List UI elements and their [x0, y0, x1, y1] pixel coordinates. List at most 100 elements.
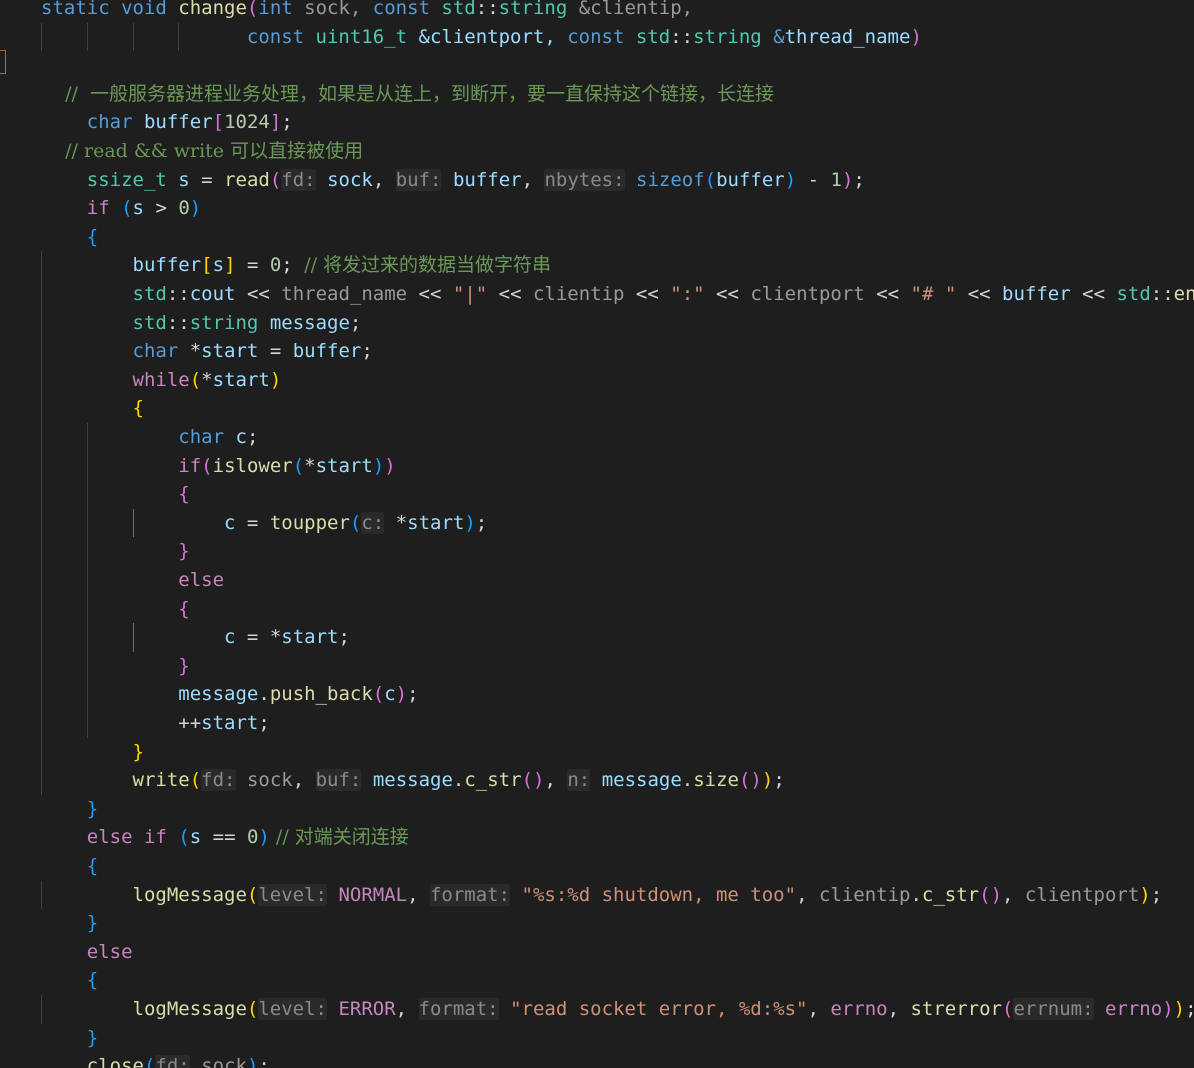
code-line[interactable]: while(*start) — [41, 366, 282, 395]
code-token: s — [132, 197, 156, 220]
code-line[interactable]: } — [41, 909, 98, 938]
code-token: ) — [784, 168, 797, 191]
code-line[interactable]: { — [41, 595, 189, 624]
code-token: ; — [475, 511, 488, 534]
code-token: while — [132, 368, 190, 391]
code-token: } — [178, 654, 190, 677]
code-line[interactable]: } — [41, 537, 189, 566]
code-token: endl — [1173, 283, 1194, 305]
code-line[interactable]: { — [41, 394, 144, 423]
code-line[interactable]: ++start; — [41, 709, 270, 738]
code-line[interactable]: char *start = buffer; — [41, 337, 373, 366]
code-token: c_str — [921, 883, 980, 906]
code-line[interactable]: } — [41, 652, 190, 681]
code-line[interactable]: // 一般服务器进程业务处理，如果是从连上，到断开，要一直保持这个链接，长连接 — [41, 80, 774, 109]
code-token: buf: — [395, 168, 442, 191]
code-line[interactable]: std::cout << thread_name << "|" << clien… — [41, 280, 1194, 309]
code-token: toupper — [269, 511, 350, 534]
code-line[interactable]: message.push_back(c); — [41, 680, 418, 709]
code-token: :: — [166, 283, 190, 305]
code-token: ) — [761, 769, 774, 792]
code-token: * — [395, 511, 408, 534]
code-token: c: — [361, 511, 385, 534]
code-line[interactable]: if (s > 0) — [41, 194, 201, 223]
code-token: << — [498, 283, 533, 305]
code-line[interactable]: ssize_t s = read(fd: sock, buf: buffer, … — [41, 166, 865, 195]
code-token: buffer — [143, 111, 213, 134]
code-token: else — [86, 826, 144, 849]
code-token: :: — [475, 0, 499, 19]
code-token: { — [86, 855, 99, 877]
code-line[interactable]: } — [41, 738, 144, 767]
code-token: << — [635, 283, 671, 305]
code-token: start — [281, 626, 339, 649]
code-token: buffer — [292, 340, 362, 363]
code-token: :: — [670, 25, 694, 48]
code-line[interactable]: // read && write 可以直接被使用 — [41, 137, 363, 166]
code-token: << — [1082, 283, 1117, 305]
code-line[interactable]: std::string message; — [41, 309, 362, 338]
code-line[interactable]: c = toupper(c: *start); — [41, 509, 487, 538]
code-token: strerror — [910, 998, 1002, 1020]
code-token: clientip — [818, 883, 911, 906]
code-token: sock — [327, 168, 373, 191]
code-token: ; — [349, 311, 362, 334]
code-line[interactable]: } — [41, 1024, 98, 1053]
code-editor[interactable]: static void change(int sock, const std::… — [0, 0, 1194, 1068]
code-line[interactable]: if(islower(*start)) — [41, 452, 395, 481]
code-line[interactable]: static void change(int sock, const std::… — [41, 0, 693, 23]
code-line[interactable]: close(fd: sock); — [41, 1052, 270, 1068]
code-token: - — [796, 168, 831, 191]
code-line[interactable]: logMessage(level: ERROR, format: "read s… — [41, 995, 1194, 1024]
code-token: ] — [224, 254, 236, 277]
code-token: :: — [1150, 283, 1174, 305]
code-token: buffer — [452, 168, 522, 191]
code-token: ) — [269, 368, 282, 391]
code-token: s — [189, 826, 213, 849]
code-token: = — [235, 254, 270, 277]
code-token: uint16_t — [315, 25, 419, 48]
code-token: ssize_t — [86, 168, 179, 191]
code-token: ( — [372, 683, 385, 706]
code-line[interactable]: { — [41, 480, 189, 509]
code-line[interactable]: { — [41, 223, 98, 252]
code-line[interactable]: { — [41, 852, 98, 881]
code-token: ) — [258, 826, 270, 849]
code-token: ( — [1002, 998, 1014, 1020]
code-token: start — [407, 511, 465, 534]
code-line[interactable]: logMessage(level: NORMAL, format: "%s:%d… — [41, 881, 1162, 910]
code-token: sock, — [304, 0, 373, 19]
code-token: level: — [258, 998, 327, 1020]
code-line[interactable]: else — [41, 566, 224, 595]
code-token: fd: — [201, 769, 236, 792]
code-line[interactable]: { — [41, 966, 98, 995]
code-token: nbytes: — [544, 168, 625, 191]
code-line[interactable]: char buffer[1024]; — [41, 108, 293, 137]
code-token: * — [269, 626, 282, 649]
code-line[interactable]: c = *start; — [41, 623, 350, 652]
code-line[interactable]: } — [41, 795, 98, 824]
code-line[interactable]: char c; — [41, 423, 258, 452]
code-line[interactable]: else if (s == 0) // 对端关闭连接 — [41, 823, 409, 852]
code-line[interactable]: buffer[s] = 0; // 将发过来的数据当做字符串 — [41, 251, 552, 280]
code-line[interactable]: const uint16_t &clientport, const std::s… — [41, 23, 922, 52]
breakpoint-bracket-icon[interactable] — [0, 50, 6, 74]
code-token: ; — [338, 626, 350, 649]
code-token: 0 — [246, 826, 259, 849]
code-token: string — [693, 25, 774, 48]
code-token: fd: — [155, 1055, 190, 1068]
code-line[interactable]: else — [41, 938, 133, 967]
code-token: ( — [178, 826, 190, 849]
code-token: ; — [1185, 998, 1194, 1020]
code-token: close — [86, 1055, 144, 1068]
code-line[interactable]: write(fd: sock, buf: message.c_str(), n:… — [41, 766, 785, 795]
